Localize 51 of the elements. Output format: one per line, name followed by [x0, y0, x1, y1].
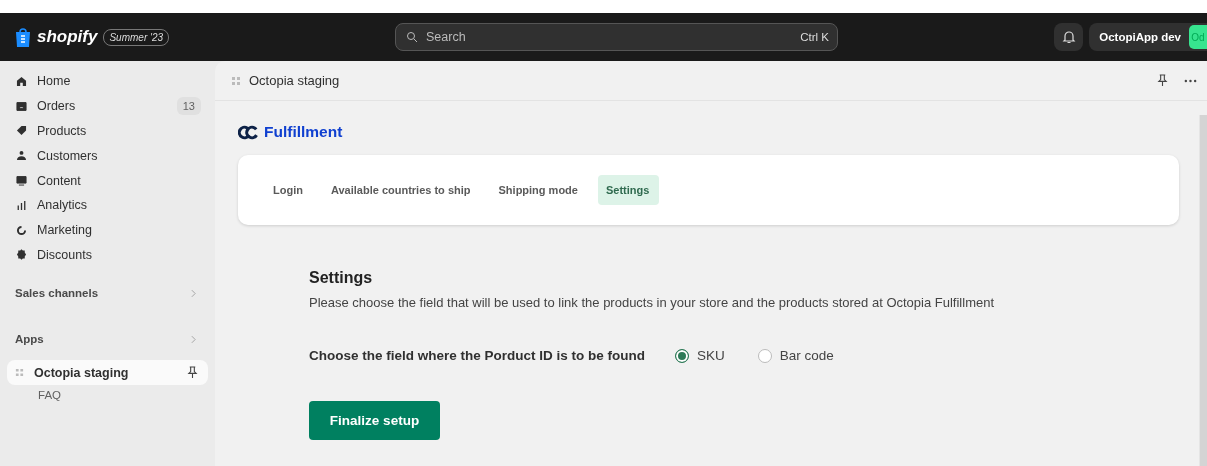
radio-button[interactable] — [675, 348, 690, 363]
tab[interactable]: Login — [265, 175, 313, 205]
page-title: Octopia staging — [249, 73, 340, 88]
count-badge: 13 — [176, 97, 201, 116]
section-link[interactable]: Sales channels — [7, 281, 208, 306]
tab[interactable]: Shipping mode — [490, 175, 588, 205]
nav-item[interactable]: Discounts — [7, 242, 208, 268]
bar-chart-icon — [15, 198, 28, 212]
app-name: Fulfillment — [264, 123, 343, 141]
section-link[interactable]: Apps — [7, 327, 208, 352]
nav-item[interactable]: Products — [7, 118, 208, 144]
field-label: Choose the field where the Porduct ID is to be found — [309, 348, 646, 363]
nav-item[interactable]: Content — [7, 168, 208, 193]
section-heading: Settings — [309, 269, 374, 287]
bell-icon — [1061, 30, 1076, 44]
tray-icon — [15, 99, 28, 113]
app-item[interactable]: Octopia staging — [7, 360, 208, 386]
search-icon — [406, 31, 418, 43]
app-subitem[interactable]: FAQ — [7, 385, 208, 402]
tab[interactable]: Available countries to ship — [322, 175, 481, 205]
radio-option[interactable]: SKU — [675, 348, 725, 363]
badge-icon — [15, 248, 28, 262]
search-input[interactable]: Search — [424, 29, 791, 45]
home-icon — [15, 74, 28, 88]
pin-icon — [187, 366, 198, 380]
more-options-icon[interactable] — [1184, 78, 1197, 83]
nav-item[interactable]: Marketing — [7, 217, 208, 243]
shortcut-hint: Ctrl K — [799, 31, 830, 43]
nav-item[interactable]: Orders 13 — [7, 93, 208, 119]
tag-icon — [15, 124, 28, 138]
nav-item[interactable]: Customers — [7, 143, 208, 169]
radio-option[interactable]: Bar code — [757, 348, 834, 363]
notifications-button[interactable] — [1054, 23, 1084, 51]
shopping-bag-logo-icon — [15, 27, 31, 47]
pin-icon[interactable] — [1157, 74, 1168, 87]
app-grid-icon — [15, 368, 24, 378]
edition-badge: Summer '23 — [103, 28, 170, 46]
search-field[interactable]: Search Ctrl K — [395, 23, 838, 51]
finalize-button[interactable]: Finalize setup — [309, 401, 440, 440]
tab[interactable]: Settings — [597, 175, 660, 205]
nav-item[interactable]: Analytics — [7, 193, 208, 218]
brand-name: shopify — [37, 27, 98, 47]
app-grid-icon — [231, 75, 241, 86]
chevron-right-icon — [191, 334, 196, 344]
radio-button[interactable] — [757, 348, 772, 363]
interlocking-c-logo-icon — [238, 124, 259, 140]
chevron-right-icon — [191, 288, 196, 298]
person-icon — [15, 149, 28, 163]
description-text: Please choose the field that will be used to link the products in your store and the products stored at Octopia Fulfillment — [309, 295, 996, 310]
scrollbar[interactable] — [1199, 115, 1207, 466]
nav-item[interactable]: Home — [7, 69, 208, 94]
